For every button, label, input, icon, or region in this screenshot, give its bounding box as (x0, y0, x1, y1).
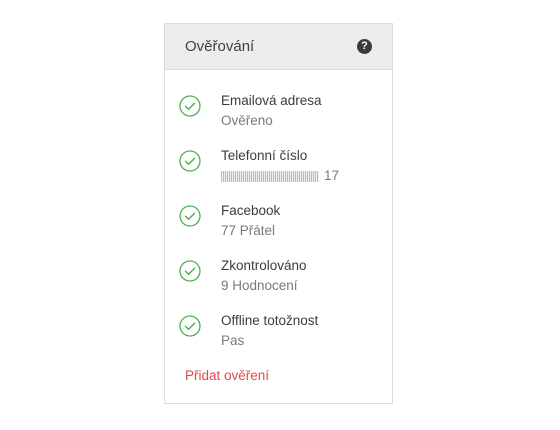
item-label: Telefonní číslo (221, 148, 308, 163)
help-icon[interactable]: ? (357, 39, 372, 54)
check-circle-icon (179, 95, 201, 117)
phone-suffix: 17 (324, 168, 340, 183)
verification-item-facebook: Facebook 77 Přátel (165, 201, 392, 256)
item-text: Telefonní číslo 17 (221, 146, 339, 186)
check-circle-icon (179, 205, 201, 227)
verification-item-email: Emailová adresa Ověřeno (165, 91, 392, 146)
verification-item-reviewed: Zkontrolováno 9 Hodnocení (165, 256, 392, 311)
item-label: Facebook (221, 203, 281, 218)
item-value: Ověřeno (221, 113, 273, 128)
verification-item-phone: Telefonní číslo 17 (165, 146, 392, 201)
verification-list: Emailová adresa Ověřeno Telefonní číslo … (165, 70, 392, 366)
check-circle-icon (179, 150, 201, 172)
item-label: Zkontrolováno (221, 258, 307, 273)
item-text: Offline totožnost Pas (221, 311, 318, 351)
verification-panel: Ověřování ? Emailová adresa Ověřeno Tele… (164, 23, 393, 404)
panel-title: Ověřování (185, 38, 255, 55)
check-circle-icon (179, 315, 201, 337)
masked-phone-number (221, 170, 319, 182)
item-text: Zkontrolováno 9 Hodnocení (221, 256, 307, 296)
item-text: Emailová adresa Ověřeno (221, 91, 322, 131)
item-value: 17 (221, 166, 339, 186)
add-verification-link[interactable]: Přidat ověření (185, 368, 269, 383)
item-value: Pas (221, 333, 245, 348)
item-label: Emailová adresa (221, 93, 322, 108)
item-value: 77 Přátel (221, 223, 276, 238)
item-label: Offline totožnost (221, 313, 319, 328)
item-value: 9 Hodnocení (221, 278, 298, 293)
panel-header: Ověřování ? (165, 24, 392, 70)
item-text: Facebook 77 Přátel (221, 201, 280, 241)
verification-item-offline-id: Offline totožnost Pas (165, 311, 392, 366)
check-circle-icon (179, 260, 201, 282)
